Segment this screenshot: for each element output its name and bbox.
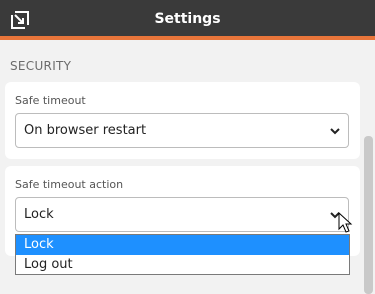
safe-timeout-action-label: Safe timeout action — [15, 178, 124, 191]
mouse-cursor-icon — [338, 212, 353, 233]
section-heading: SECURITY — [10, 59, 72, 73]
page-title: Settings — [154, 11, 221, 27]
scrollbar-thumb[interactable] — [364, 136, 373, 294]
safe-timeout-select[interactable]: On browser restart — [15, 113, 349, 148]
safe-timeout-card: Safe timeout On browser restart — [5, 82, 360, 159]
safe-timeout-action-dropdown: Lock Log out — [15, 234, 350, 275]
header-accent-bar — [0, 36, 375, 40]
scrollbar[interactable] — [362, 40, 375, 294]
safe-timeout-action-select[interactable]: Lock — [15, 197, 349, 232]
app-header: Settings — [0, 0, 375, 40]
dropdown-option-logout[interactable]: Log out — [16, 255, 349, 275]
safe-timeout-label: Safe timeout — [15, 94, 86, 107]
chevron-down-icon — [330, 128, 340, 135]
safe-timeout-action-value: Lock — [24, 207, 54, 222]
safe-timeout-value: On browser restart — [24, 123, 147, 138]
dropdown-option-lock[interactable]: Lock — [16, 235, 349, 255]
